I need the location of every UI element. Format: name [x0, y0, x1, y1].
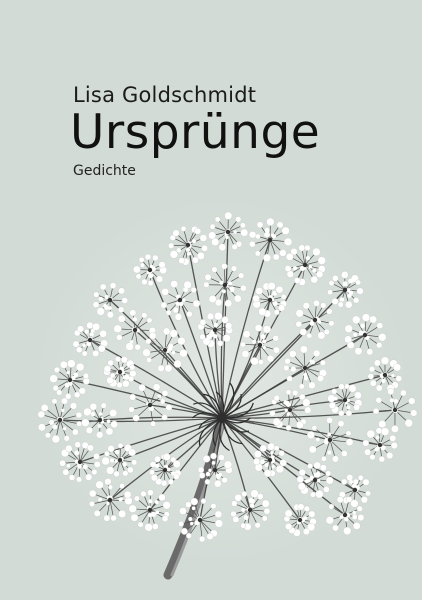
book-subtitle: Gedichte — [73, 163, 136, 179]
author-name: Lisa Goldschmidt — [73, 83, 257, 107]
book-cover: Lisa Goldschmidt Ursprünge Gedichte — [0, 0, 422, 600]
book-title: Ursprünge — [70, 105, 321, 160]
